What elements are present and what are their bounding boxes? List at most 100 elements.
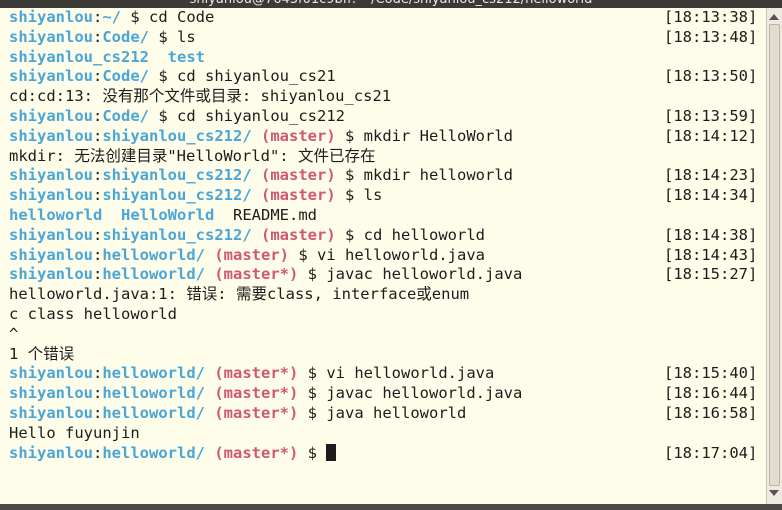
prompt-user: shiyanlou: [9, 106, 93, 125]
prompt-path: helloworld/: [102, 265, 205, 284]
command-text: java helloworld: [326, 403, 467, 422]
git-branch: master*: [223, 364, 289, 383]
command-text: cd helloworld: [363, 225, 485, 244]
prompt-path: shiyanlou_cs212/: [102, 126, 252, 145]
output-line: ^: [9, 324, 19, 343]
output-line: 1 个错误: [9, 344, 75, 363]
output-line: helloworld.java:1: 错误: 需要class, interfac…: [9, 285, 470, 304]
prompt-line: shiyanlou:Code/ $ cd shiyanlou_cs21 [18:1…: [0, 67, 766, 87]
git-branch: master: [270, 225, 327, 244]
scroll-down-arrow-icon[interactable]: [769, 490, 779, 496]
terminal-output[interactable]: shiyanlou:~/ $ cd Code [18:13:38] shiyanlo…: [0, 8, 766, 504]
timestamp: [18:13:59]: [664, 106, 758, 125]
git-branch-open: (: [251, 126, 271, 145]
prompt-separator: :: [93, 245, 103, 264]
git-branch-open: (: [251, 186, 271, 205]
output-line: c class helloworld: [9, 304, 177, 323]
git-branch-open: (: [205, 384, 224, 403]
git-branch-close: ): [326, 186, 336, 205]
prompt-separator: :: [93, 126, 103, 145]
prompt-separator: :: [93, 265, 103, 284]
prompt-path: shiyanlou_cs212/: [102, 225, 252, 244]
prompt-path: helloworld/: [102, 245, 205, 264]
git-branch-close: ): [289, 265, 299, 284]
prompt-separator: :: [93, 67, 103, 86]
prompt-line: shiyanlou:helloworld/ (master*) $ javac …: [0, 384, 766, 404]
prompt-line: shiyanlou:helloworld/ (master*) $ [18:17…: [0, 443, 766, 464]
vertical-scrollbar[interactable]: [766, 8, 782, 504]
prompt-symbol: $: [335, 186, 364, 205]
prompt-line: shiyanlou:Code/ $ cd shiyanlou_cs212 [18:…: [0, 107, 766, 127]
command-text: mkdir HelloWorld: [363, 126, 513, 145]
timestamp: [18:15:40]: [664, 364, 758, 383]
window-titlebar[interactable]: shiyanlou@7643f01c9bff: ~/Code/shiyanlou…: [0, 0, 782, 8]
git-branch: master: [270, 186, 327, 205]
prompt-user: shiyanlou: [9, 126, 93, 145]
prompt-user: shiyanlou: [9, 67, 93, 86]
git-branch-open: (: [205, 364, 224, 383]
prompt-separator: :: [93, 27, 103, 46]
prompt-path: Code/: [102, 27, 150, 46]
git-branch: master: [223, 245, 280, 264]
scroll-up-arrow-icon[interactable]: [769, 14, 779, 20]
output-line: cd:cd:13: 没有那个文件或目录: shiyanlou_cs21: [9, 87, 392, 106]
prompt-separator: :: [93, 186, 103, 205]
entry-gap: [149, 48, 168, 66]
git-branch-open: (: [205, 245, 224, 264]
entry-gap: [214, 206, 233, 224]
prompt-symbol: $: [298, 384, 327, 403]
command-text: cd Code: [149, 8, 215, 26]
timestamp: [18:14:38]: [664, 225, 758, 244]
prompt-user: shiyanlou: [9, 265, 93, 284]
command-text: javac helloworld.java: [326, 384, 523, 403]
prompt-separator: :: [93, 364, 103, 383]
prompt-user: shiyanlou: [9, 384, 93, 403]
timestamp: [18:13:48]: [664, 27, 758, 46]
prompt-path: helloworld/: [102, 384, 205, 403]
scrollbar-thumb[interactable]: [769, 24, 780, 486]
prompt-symbol: $: [298, 265, 327, 284]
prompt-symbol: $: [298, 443, 327, 462]
timestamp: [18:13:50]: [664, 67, 758, 86]
prompt-line: shiyanlou:shiyanlou_cs212/ (master) $ cd…: [0, 226, 766, 246]
prompt-line: shiyanlou:helloworld/ (master*) $ vi hel…: [0, 364, 766, 384]
git-branch: master*: [223, 443, 289, 462]
ls-output-line: helloworld HelloWorld README.md: [0, 206, 766, 226]
git-branch-close: ): [326, 126, 336, 145]
git-branch-close: ): [289, 364, 299, 383]
command-text: vi helloworld.java: [326, 364, 495, 383]
timestamp: [18:17:04]: [664, 443, 758, 462]
prompt-separator: :: [93, 166, 103, 185]
directory-entry: HelloWorld: [121, 205, 215, 224]
prompt-path: Code/: [102, 67, 150, 86]
prompt-symbol: $: [149, 27, 178, 46]
git-branch-open: (: [205, 403, 224, 422]
prompt-symbol: $: [149, 67, 178, 86]
git-branch: master: [270, 126, 327, 145]
prompt-symbol: $: [149, 106, 178, 125]
prompt-user: shiyanlou: [9, 8, 93, 26]
directory-entry: helloworld: [9, 205, 103, 224]
command-text: javac helloworld.java: [326, 265, 523, 284]
prompt-line: shiyanlou:Code/ $ ls [18:13:48]: [0, 28, 766, 48]
git-branch-close: ): [326, 166, 336, 185]
output-line: mkdir: 无法创建目录"HelloWorld": 文件已存在: [9, 146, 376, 165]
prompt-symbol: $: [298, 403, 327, 422]
output-line: Hello fuyunjin: [9, 423, 140, 442]
prompt-symbol: $: [289, 245, 318, 264]
prompt-path: helloworld/: [102, 443, 205, 462]
prompt-symbol: $: [335, 126, 364, 145]
prompt-path: Code/: [102, 106, 150, 125]
prompt-line: shiyanlou:shiyanlou_cs212/ (master) $ mk…: [0, 166, 766, 186]
prompt-symbol: $: [121, 8, 150, 26]
command-text: cd shiyanlou_cs21: [177, 67, 336, 86]
timestamp: [18:14:23]: [664, 166, 758, 185]
timestamp: [18:14:43]: [664, 245, 758, 264]
prompt-symbol: $: [335, 166, 364, 185]
prompt-path: ~/: [102, 8, 122, 26]
command-text: ls: [177, 27, 196, 46]
terminal-cursor[interactable]: [326, 443, 337, 461]
timestamp: [18:15:27]: [664, 265, 758, 284]
prompt-symbol: $: [335, 225, 364, 244]
git-branch-open: (: [205, 265, 224, 284]
